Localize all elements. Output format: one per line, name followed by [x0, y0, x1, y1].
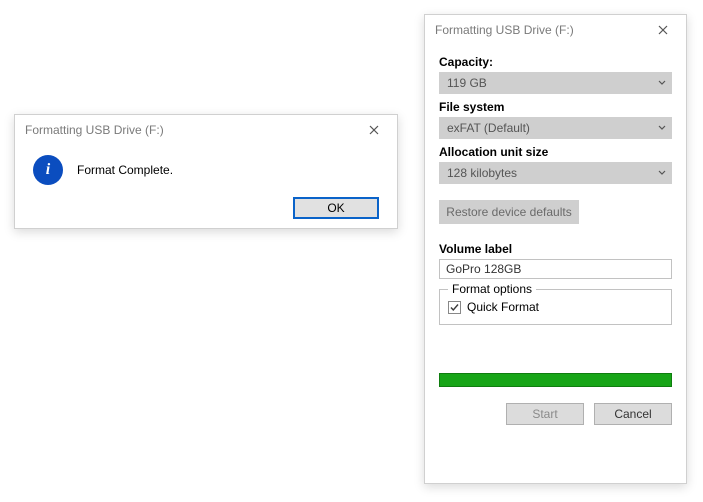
volume-label: Volume label — [439, 242, 672, 256]
capacity-label: Capacity: — [439, 55, 672, 69]
quick-format-checkbox[interactable] — [448, 301, 461, 314]
allocation-dropdown[interactable]: 128 kilobytes — [439, 162, 672, 184]
window-title: Formatting USB Drive (F:) — [25, 123, 164, 137]
filesystem-dropdown[interactable]: exFAT (Default) — [439, 117, 672, 139]
capacity-dropdown[interactable]: 119 GB — [439, 72, 672, 94]
start-button[interactable]: Start — [506, 403, 584, 425]
close-button[interactable] — [648, 15, 678, 45]
format-options-legend: Format options — [448, 282, 536, 296]
info-icon: i — [33, 155, 63, 185]
titlebar: Formatting USB Drive (F:) — [425, 15, 686, 45]
chevron-down-icon — [658, 80, 666, 86]
titlebar: Formatting USB Drive (F:) — [15, 115, 397, 145]
dialog-body: i Format Complete. — [15, 145, 397, 189]
close-icon — [369, 125, 379, 135]
format-options-dialog: Formatting USB Drive (F:) Capacity: 119 … — [424, 14, 687, 484]
quick-format-row[interactable]: Quick Format — [448, 300, 663, 314]
volume-label-value: GoPro 128GB — [446, 262, 521, 276]
close-button[interactable] — [359, 115, 389, 145]
chevron-down-icon — [658, 170, 666, 176]
filesystem-label: File system — [439, 100, 672, 114]
chevron-down-icon — [658, 125, 666, 131]
allocation-label: Allocation unit size — [439, 145, 672, 159]
close-icon — [658, 25, 668, 35]
capacity-value: 119 GB — [447, 76, 487, 90]
quick-format-label: Quick Format — [467, 300, 539, 314]
progress-bar — [439, 373, 672, 387]
close-button-secondary[interactable]: Cancel — [594, 403, 672, 425]
volume-label-input[interactable]: GoPro 128GB — [439, 259, 672, 279]
format-complete-dialog: Formatting USB Drive (F:) i Format Compl… — [14, 114, 398, 229]
restore-defaults-button[interactable]: Restore device defaults — [439, 200, 579, 224]
ok-button[interactable]: OK — [293, 197, 379, 219]
format-options-group: Format options Quick Format — [439, 289, 672, 325]
filesystem-value: exFAT (Default) — [447, 121, 530, 135]
window-title: Formatting USB Drive (F:) — [435, 23, 574, 37]
dialog-content: Capacity: 119 GB File system exFAT (Defa… — [425, 45, 686, 435]
allocation-value: 128 kilobytes — [447, 166, 517, 180]
message-text: Format Complete. — [77, 163, 173, 177]
button-row: Start Cancel — [439, 403, 672, 425]
checkmark-icon — [450, 303, 459, 312]
dialog-footer: OK — [15, 189, 397, 229]
